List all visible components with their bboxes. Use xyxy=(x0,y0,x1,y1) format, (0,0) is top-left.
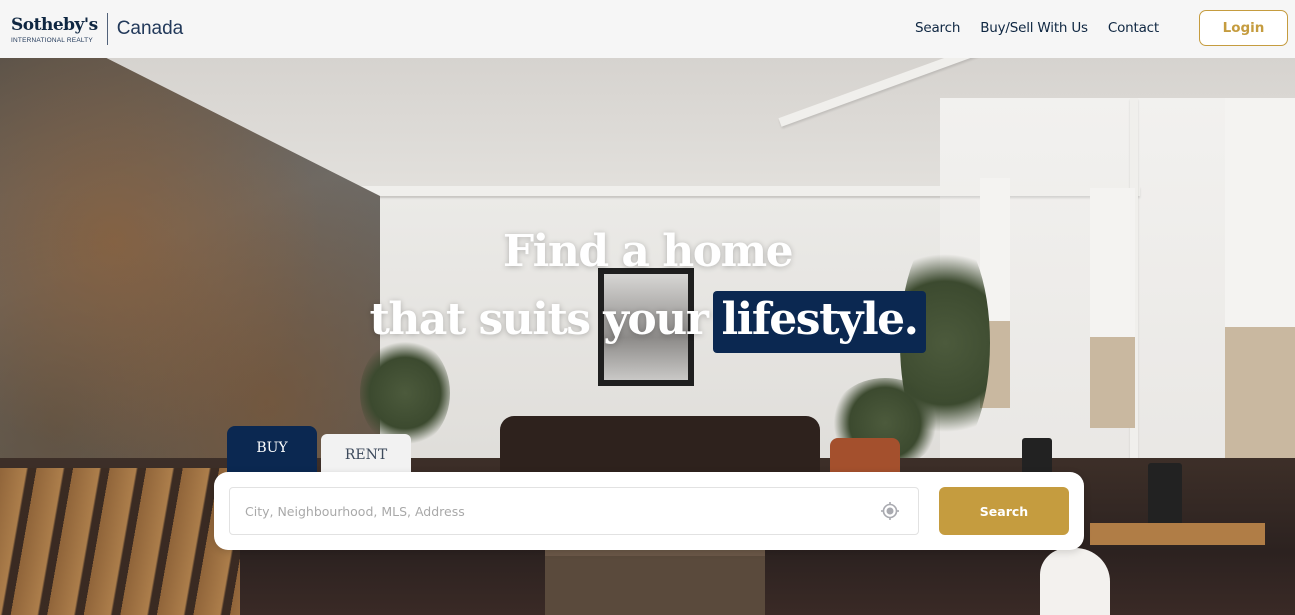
hero-headline: Find a home that suits your lifestyle. xyxy=(0,223,1295,353)
logo-brand: Sotheby's INTERNATIONAL REALTY xyxy=(11,15,98,44)
search-input-wrapper xyxy=(229,487,919,535)
headline-line-2: that suits your lifestyle. xyxy=(0,289,1295,353)
hero-bg-fur xyxy=(1040,548,1110,615)
logo-name: Sotheby's xyxy=(11,14,98,35)
logo-region: Canada xyxy=(116,18,184,39)
tab-buy[interactable]: BUY xyxy=(227,426,317,476)
hero-bg-bench xyxy=(1090,523,1265,545)
hero-bg-seats xyxy=(0,468,240,615)
main-nav: Search Buy/Sell With Us Contact xyxy=(915,20,1159,36)
hero-bg-pipe xyxy=(320,186,1140,196)
search-panel: Search xyxy=(214,472,1084,550)
search-button[interactable]: Search xyxy=(939,487,1069,535)
hero-bg-table xyxy=(545,550,765,615)
hero-bg-plant xyxy=(360,338,450,448)
logo-divider xyxy=(106,13,108,45)
logo-subtitle: INTERNATIONAL REALTY xyxy=(11,36,93,44)
headline-line-1: Find a home xyxy=(502,226,794,277)
headline-line-2-text: that suits your xyxy=(369,294,709,345)
site-header: Sotheby's INTERNATIONAL REALTY Canada Se… xyxy=(0,0,1295,58)
hero-bg-speaker xyxy=(1148,463,1182,528)
search-input[interactable] xyxy=(230,488,870,534)
logo[interactable]: Sotheby's INTERNATIONAL REALTY Canada xyxy=(11,9,183,49)
tab-rent[interactable]: RENT xyxy=(321,434,411,476)
nav-buy-sell[interactable]: Buy/Sell With Us xyxy=(980,20,1088,36)
nav-search[interactable]: Search xyxy=(915,20,960,36)
crosshair-location-icon[interactable] xyxy=(880,501,900,521)
nav-contact[interactable]: Contact xyxy=(1108,20,1159,36)
hero-section: Find a home that suits your lifestyle. BU… xyxy=(0,58,1295,615)
login-button[interactable]: Login xyxy=(1199,10,1288,46)
headline-highlight: lifestyle. xyxy=(713,291,926,353)
